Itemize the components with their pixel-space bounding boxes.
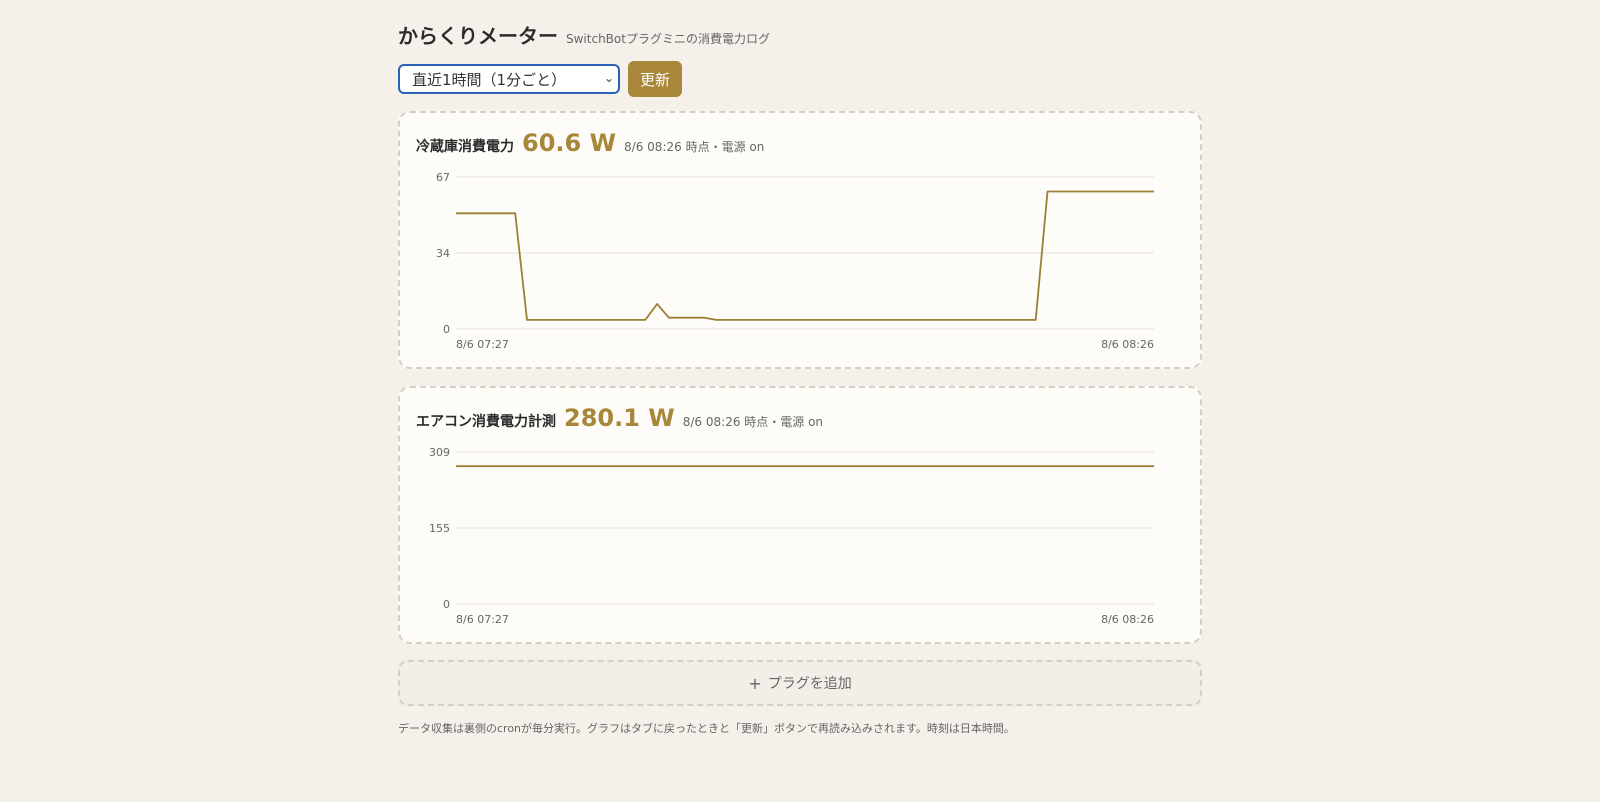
plug-name: エアコン消費電力計測 [416,414,556,430]
time-range-value: 直近1時間（1分ごと） [412,70,567,89]
chevron-down-icon: ⌄ [603,71,614,85]
power-status-meta: 8/6 08:26 時点・電源 on [624,140,765,154]
y-tick-label: 155 [429,522,450,535]
plug-name: 冷蔵庫消費電力 [416,139,514,155]
x-tick-label: 8/6 07:27 [456,338,509,351]
y-tick-label: 67 [436,171,450,184]
page-subtitle: SwitchBotプラグミニの消費電力ログ [566,32,770,46]
add-plug-label: プラグを追加 [767,676,852,692]
refresh-button[interactable]: 更新 [628,61,682,97]
time-range-select[interactable]: 直近1時間（1分ごと） ⌄ [398,64,620,94]
card-header: エアコン消費電力計測 280.1 W 8/6 08:26 時点・電源 on [416,404,823,432]
series-line [456,190,1154,321]
y-tick-label: 309 [429,446,450,459]
power-status-meta: 8/6 08:26 時点・電源 on [682,415,824,429]
x-tick-label: 8/6 08:26 [1101,338,1154,351]
controls-bar: 直近1時間（1分ごと） ⌄ 更新 [398,61,682,97]
plug-card: 冷蔵庫消費電力 60.6 W 8/6 08:26 時点・電源 on 67 34 0 8… [398,111,1202,369]
x-tick-label: 8/6 08:26 [1101,613,1154,626]
x-tick-label: 8/6 07:27 [456,613,509,626]
power-value: 280.1 W [564,404,675,432]
y-tick-label: 0 [443,323,450,336]
power-chart: 309 155 0 8/6 07:27 8/6 08:26 [429,446,1154,626]
y-tick-label: 34 [436,247,450,260]
power-value: 60.6 W [522,129,617,157]
footnote: データ収集は裏側のcronが毎分実行。グラフはタブに戻ったときと「更新」ボタンで… [398,722,1015,735]
y-tick-label: 0 [443,598,450,611]
page-title: からくりメーター [398,24,558,48]
page-header: からくりメーター SwitchBotプラグミニの消費電力ログ [398,20,770,49]
power-chart: 67 34 0 8/6 07:27 8/6 08:26 [436,171,1154,351]
plug-card: エアコン消費電力計測 280.1 W 8/6 08:26 時点・電源 on 30… [398,386,1202,644]
add-plug-button[interactable]: + プラグを追加 [398,660,1202,706]
plus-icon: + [748,673,762,693]
card-header: 冷蔵庫消費電力 60.6 W 8/6 08:26 時点・電源 on [416,129,764,157]
